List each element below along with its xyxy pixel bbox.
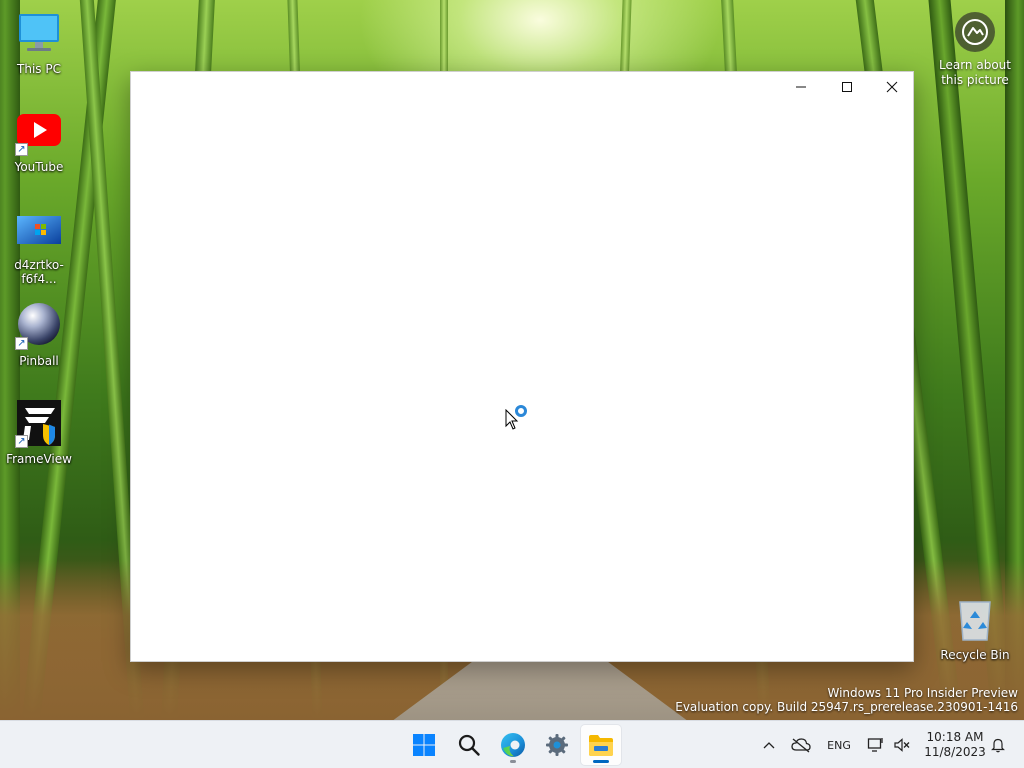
settings-taskbar-button[interactable]: [537, 725, 577, 765]
cloud-offline-icon: [791, 738, 811, 753]
watermark-build: Evaluation copy. Build 25947.rs_prerelea…: [675, 700, 1018, 714]
edge-taskbar-button[interactable]: [493, 725, 533, 765]
file-explorer-icon: [589, 735, 613, 756]
desktop-icon-label: Recycle Bin: [940, 648, 1010, 662]
notifications-button[interactable]: [988, 733, 1008, 757]
close-icon: [886, 81, 898, 93]
desktop-icon-this-pc[interactable]: This PC: [0, 10, 78, 76]
settings-gear-icon: [546, 734, 568, 756]
edge-icon: [501, 733, 525, 757]
desktop-icon-image-file[interactable]: d4zrtko-f6f4...: [0, 206, 78, 286]
desktop-icon-label: FrameView: [6, 452, 72, 466]
loading-spinner-icon: [515, 405, 527, 417]
spotlight-camera-icon: [955, 12, 995, 52]
youtube-icon: ↗: [15, 108, 63, 156]
close-button[interactable]: [869, 72, 915, 102]
this-pc-icon: [15, 10, 63, 58]
windows-start-icon: [413, 734, 435, 756]
clock-button[interactable]: 10:18 AM 11/8/2023: [922, 730, 988, 760]
desktop-icon-frameview[interactable]: ↗ FrameView: [0, 400, 78, 466]
bell-icon: [991, 738, 1005, 753]
volume-tray-button[interactable]: [890, 733, 914, 757]
desktop-icon-pinball[interactable]: ↗ Pinball: [0, 302, 78, 368]
chevron-up-icon: [763, 742, 775, 749]
app-window[interactable]: [130, 71, 914, 662]
active-indicator: [593, 760, 609, 763]
recycle-bin-icon: [951, 596, 999, 644]
image-file-icon: [15, 206, 63, 254]
windows-watermark: Windows 11 Pro Insider Preview Evaluatio…: [675, 686, 1018, 714]
desktop-icon-label: d4zrtko-f6f4...: [14, 258, 64, 286]
taskbar: ENG 10:18 AM 11/8/2023: [0, 720, 1024, 768]
minimize-button[interactable]: [778, 72, 824, 102]
file-explorer-taskbar-button[interactable]: [581, 725, 621, 765]
shortcut-arrow-icon: ↗: [15, 435, 28, 448]
search-icon: [458, 734, 480, 756]
maximize-icon: [842, 82, 852, 92]
learn-about-picture[interactable]: Learn about this picture: [938, 12, 1012, 88]
watermark-edition: Windows 11 Pro Insider Preview: [827, 686, 1018, 700]
clock-time: 10:18 AM: [926, 730, 984, 744]
network-disconnected-icon: [867, 738, 883, 752]
frameview-icon: ↗: [15, 400, 63, 448]
clock-date: 11/8/2023: [924, 745, 986, 759]
search-button[interactable]: [449, 725, 489, 765]
desktop-icon-recycle-bin[interactable]: Recycle Bin: [936, 596, 1014, 662]
maximize-button[interactable]: [824, 72, 870, 102]
desktop-icon-label: YouTube: [14, 160, 64, 174]
minimize-icon: [796, 86, 806, 88]
onedrive-tray-button[interactable]: [788, 733, 814, 757]
volume-muted-icon: [894, 738, 910, 752]
show-hidden-icons-button[interactable]: [760, 733, 778, 757]
running-indicator: [510, 760, 516, 763]
desktop-icon-label: This PC: [17, 62, 61, 76]
desktop-icon-label: Pinball: [19, 354, 59, 368]
shortcut-arrow-icon: ↗: [15, 143, 28, 156]
language-indicator[interactable]: ENG: [822, 733, 856, 757]
network-tray-button[interactable]: [864, 733, 888, 757]
start-button[interactable]: [404, 725, 444, 765]
learn-about-picture-label: Learn about this picture: [939, 58, 1011, 87]
pinball-icon: ↗: [15, 302, 63, 350]
desktop-icon-youtube[interactable]: ↗ YouTube: [0, 108, 78, 174]
shortcut-arrow-icon: ↗: [15, 337, 28, 350]
